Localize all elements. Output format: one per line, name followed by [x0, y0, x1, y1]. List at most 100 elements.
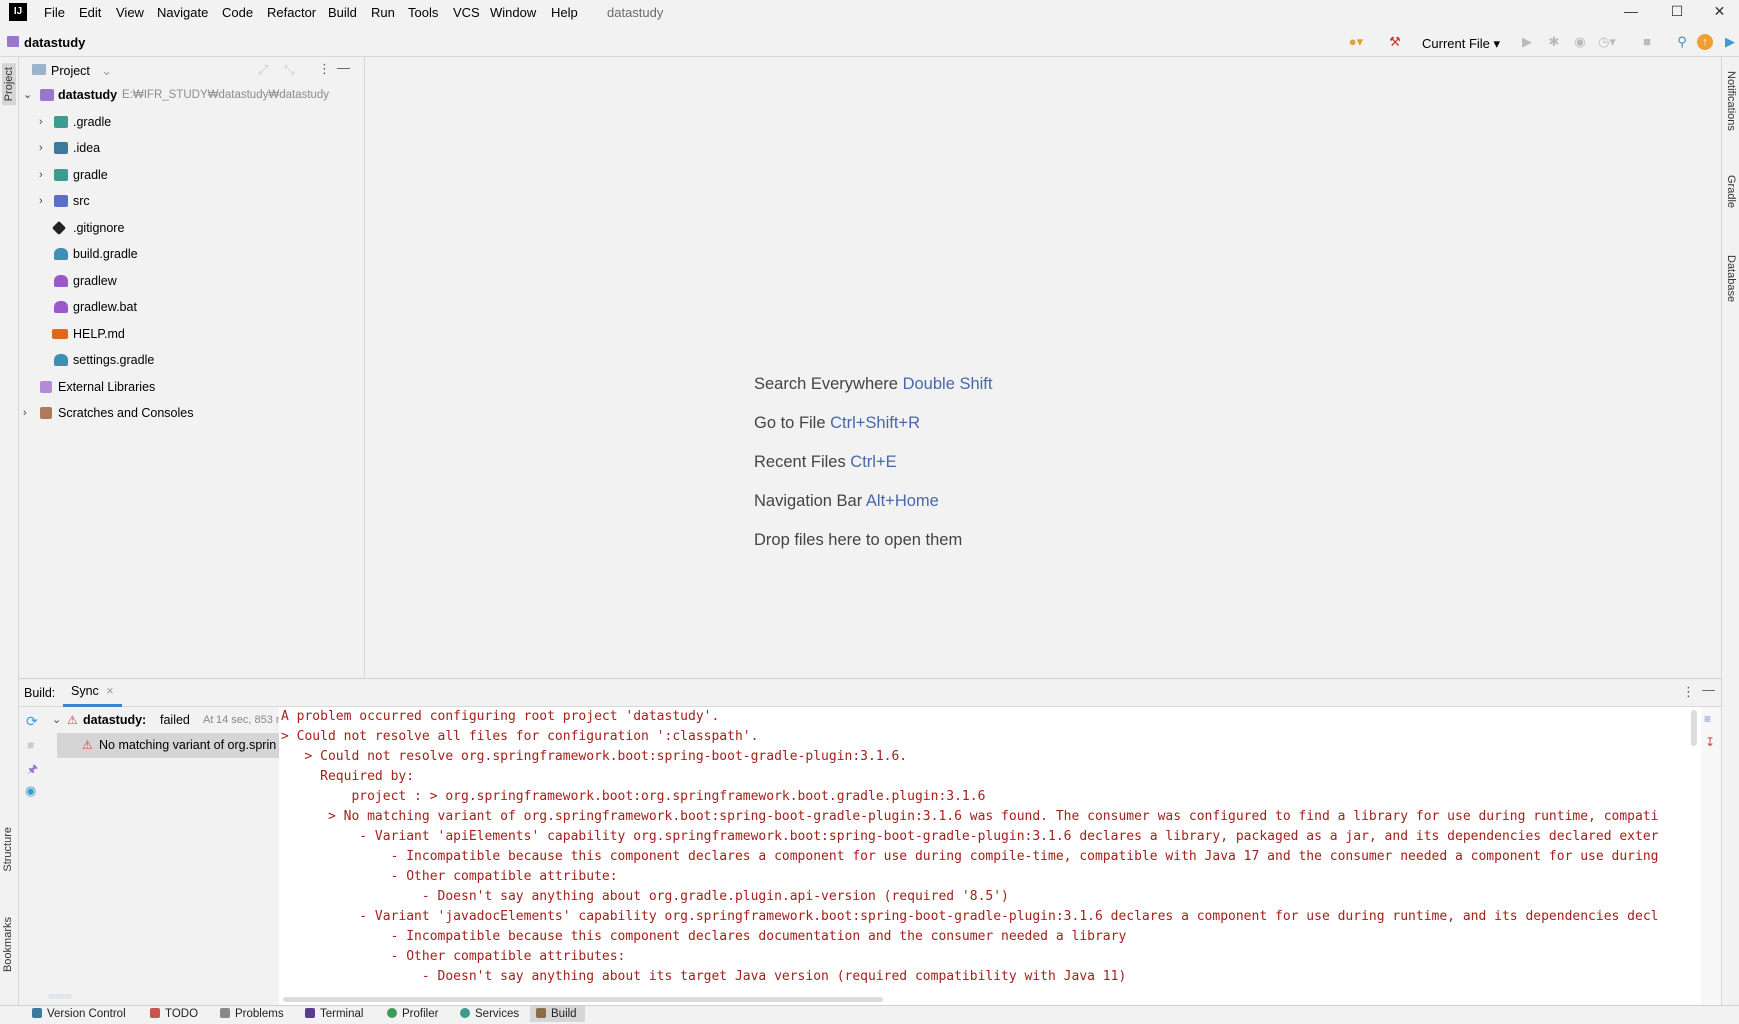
- scroll-to-end-icon[interactable]: ↧: [1705, 735, 1715, 749]
- hint-go-to-file: Go to File Ctrl+Shift+R: [754, 414, 920, 433]
- menu-window[interactable]: Window: [490, 5, 536, 20]
- minimize-icon[interactable]: —: [1608, 0, 1654, 24]
- hide-panel-icon[interactable]: —: [1702, 682, 1715, 697]
- close-icon[interactable]: ✕: [1700, 0, 1739, 24]
- tab-gradle[interactable]: Gradle: [1725, 175, 1737, 208]
- horizontal-scrollbar[interactable]: [48, 994, 72, 999]
- menu-help[interactable]: Help: [551, 5, 578, 20]
- git-file-icon: [51, 220, 67, 236]
- search-icon[interactable]: ⚲: [1672, 32, 1692, 52]
- eye-icon[interactable]: ◉: [25, 783, 36, 799]
- tab-project[interactable]: Project: [2, 63, 16, 106]
- markdown-file-icon: [52, 329, 68, 339]
- stop-icon[interactable]: ■: [1637, 32, 1657, 52]
- options-icon[interactable]: ⋮: [1682, 684, 1695, 700]
- expand-all-icon[interactable]: ⤢: [258, 62, 268, 78]
- menu-code[interactable]: Code: [222, 5, 253, 20]
- build-error-label: No matching variant of org.sprin: [99, 738, 277, 752]
- console-line: - Variant 'javadocElements' capability o…: [281, 909, 1659, 924]
- run-icon[interactable]: ▶: [1517, 32, 1537, 52]
- toolbar-build[interactable]: Build: [530, 1006, 585, 1022]
- gradle-script-icon: [54, 301, 68, 313]
- module-folder-icon: [40, 89, 54, 101]
- menu-run[interactable]: Run: [371, 5, 395, 20]
- vertical-scrollbar[interactable]: [1691, 710, 1697, 746]
- project-view-label: Project: [51, 64, 90, 78]
- problems-icon: [220, 1008, 230, 1018]
- toolbar-profiler[interactable]: Profiler: [387, 1008, 438, 1020]
- error-icon: ⚠: [82, 738, 93, 752]
- todo-icon: [150, 1008, 160, 1018]
- account-icon[interactable]: ●▾: [1346, 32, 1366, 52]
- tab-notifications[interactable]: Notifications: [1725, 71, 1737, 131]
- build-icon: [536, 1008, 546, 1018]
- toolbar-todo[interactable]: TODO: [150, 1008, 198, 1020]
- maximize-icon[interactable]: ☐: [1654, 0, 1700, 24]
- editor-area[interactable]: Search Everywhere Double Shift Go to Fil…: [365, 57, 1720, 677]
- hint-recent-files: Recent Files Ctrl+E: [754, 453, 897, 472]
- sync-icon[interactable]: ⟳: [26, 713, 38, 730]
- build-console-output[interactable]: A problem occurred configuring root proj…: [279, 707, 1701, 1005]
- stop-icon[interactable]: ■: [27, 738, 34, 752]
- toolbar-label: Problems: [235, 1008, 284, 1020]
- plugins-icon[interactable]: ▶: [1720, 32, 1739, 52]
- menu-build[interactable]: Build: [328, 5, 357, 20]
- tree-item-label: build.gradle: [73, 247, 138, 261]
- menu-refactor[interactable]: Refactor: [267, 5, 316, 20]
- folder-icon: [54, 116, 68, 128]
- menu-view[interactable]: View: [116, 5, 144, 20]
- hide-panel-icon[interactable]: —: [337, 60, 350, 75]
- intellij-logo-icon: IJ: [9, 3, 27, 21]
- window-title: datastudy: [607, 5, 664, 20]
- breadcrumb-project[interactable]: datastudy: [24, 35, 85, 50]
- toolbar-terminal[interactable]: Terminal: [305, 1008, 363, 1020]
- update-icon[interactable]: ↑: [1697, 34, 1713, 50]
- tab-database[interactable]: Database: [1725, 255, 1737, 302]
- debug-icon[interactable]: ✱: [1544, 32, 1564, 52]
- console-line: - Other compatible attributes:: [281, 949, 626, 964]
- collapse-all-icon[interactable]: ⤡: [284, 62, 294, 78]
- run-config-selector[interactable]: Current File ▾: [1422, 36, 1500, 52]
- project-view-selector[interactable]: Project ⌄: [51, 63, 112, 78]
- toolbar-services[interactable]: Services: [460, 1008, 519, 1020]
- menu-vcs[interactable]: VCS: [453, 5, 480, 20]
- console-side-toolbar: ≡ ↧: [1701, 707, 1721, 1005]
- menu-tools[interactable]: Tools: [408, 5, 438, 20]
- tree-root-path: E:₩IFR_STUDY₩datastudy₩datastudy: [122, 89, 330, 101]
- profile-icon[interactable]: ◷▾: [1597, 32, 1617, 52]
- build-node-extra: At: [203, 714, 214, 726]
- project-folder-icon: [7, 36, 19, 47]
- horizontal-scrollbar[interactable]: [283, 997, 883, 1002]
- coverage-icon[interactable]: ◉: [1570, 32, 1590, 52]
- gradle-script-icon: [54, 275, 68, 287]
- hint-text: Drop files here to open them: [754, 531, 963, 549]
- soft-wrap-icon[interactable]: ≡: [1704, 712, 1711, 726]
- close-tab-icon[interactable]: ×: [106, 684, 113, 698]
- menu-navigate[interactable]: Navigate: [157, 5, 208, 20]
- tree-item-label: gradlew.bat: [73, 300, 137, 314]
- hint-shortcut: Alt+Home: [865, 492, 939, 510]
- build-error-item[interactable]: ⚠ No matching variant of org.sprin: [57, 733, 297, 758]
- toolbar-version-control[interactable]: Version Control: [32, 1008, 126, 1020]
- right-tool-stripe: Notifications Gradle Database: [1721, 57, 1739, 1005]
- tree-item-label: gradle: [73, 168, 108, 182]
- hint-drop-files: Drop files here to open them: [754, 531, 962, 550]
- tab-structure[interactable]: Structure: [2, 827, 14, 872]
- tab-sync[interactable]: Sync ×: [63, 679, 122, 707]
- left-tool-stripe: Project Structure Bookmarks: [0, 57, 19, 1005]
- navigation-bar: datastudy ●▾ ⚒ Current File ▾ ▶ ✱ ◉ ◷▾ ■…: [0, 28, 1739, 57]
- library-icon: [40, 381, 52, 393]
- tree-item-label: Scratches and Consoles: [58, 406, 194, 420]
- build-hammer-icon[interactable]: ⚒: [1385, 32, 1405, 52]
- console-line: - Variant 'apiElements' capability org.s…: [281, 829, 1659, 844]
- toolbar-problems[interactable]: Problems: [220, 1008, 284, 1020]
- menu-edit[interactable]: Edit: [79, 5, 101, 20]
- options-icon[interactable]: ⋮: [318, 61, 331, 77]
- menu-file[interactable]: File: [44, 5, 65, 20]
- pin-icon[interactable]: 🖈: [27, 760, 38, 781]
- tree-item-label: External Libraries: [58, 380, 156, 394]
- tree-item-label: HELP.md: [73, 327, 125, 341]
- gradle-file-icon: [54, 354, 68, 366]
- build-toolbar: ⟳ ■ 🖈 ◉: [19, 707, 49, 1005]
- tab-bookmarks[interactable]: Bookmarks: [2, 917, 14, 972]
